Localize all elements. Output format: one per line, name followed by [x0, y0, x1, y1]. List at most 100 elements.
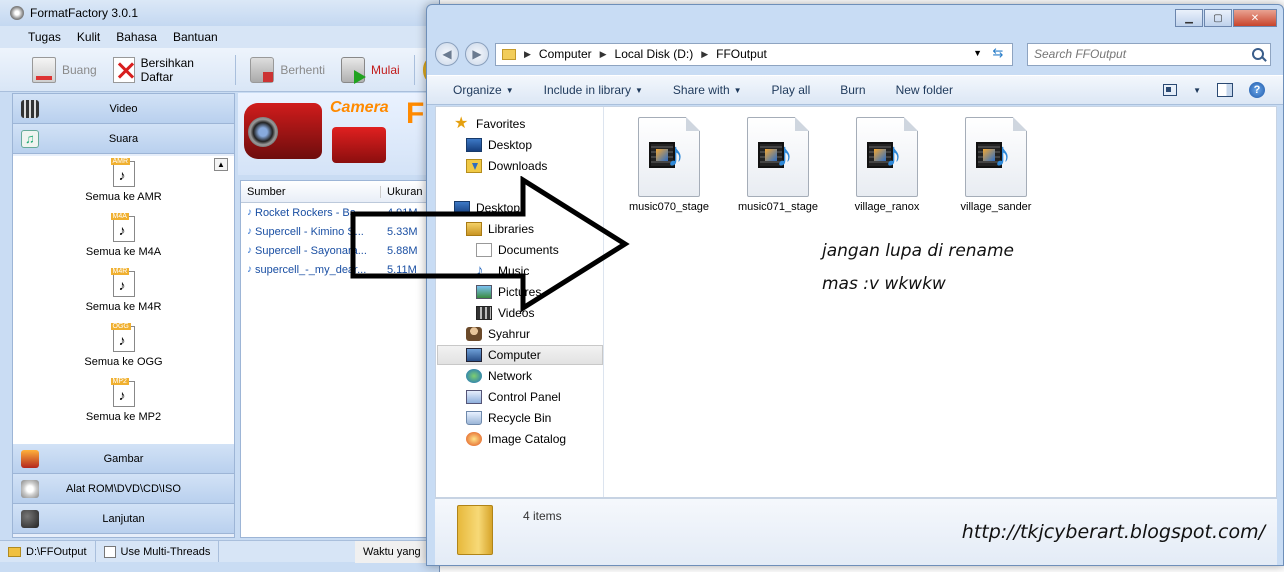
change-view-icon[interactable]	[1163, 84, 1178, 96]
play-all-label: Play all	[771, 83, 811, 97]
play-all-button[interactable]: Play all	[772, 83, 811, 97]
nav-videos[interactable]: Videos	[476, 303, 534, 323]
nav-computer[interactable]: Computer	[437, 345, 603, 365]
table-row[interactable]: Rocket Rockers - Ba... 4.91M	[241, 203, 439, 222]
star-icon: ★	[454, 115, 469, 132]
nav-control-panel[interactable]: Control Panel	[466, 387, 561, 407]
clear-list-button[interactable]: Bersihkan Daftar	[107, 54, 228, 86]
category-video[interactable]: Video	[13, 94, 234, 124]
category-rom[interactable]: Alat ROM\DVD\CD\ISO	[13, 474, 234, 504]
output-folder-button[interactable]: D:\FFOutput	[0, 541, 96, 562]
disc-icon	[21, 480, 39, 498]
preview-pane-icon[interactable]	[1217, 83, 1233, 97]
audio-format-ogg[interactable]: OGG Semua ke OGG	[13, 321, 234, 376]
help-icon[interactable]: ?	[1249, 82, 1265, 98]
category-audio[interactable]: Suara	[13, 124, 234, 154]
ff-title-bar: FormatFactory 3.0.1	[0, 0, 439, 26]
file-name: Supercell - Kimino S...	[241, 226, 381, 238]
audio-format-m4r[interactable]: M4R Semua ke M4R	[13, 266, 234, 321]
refresh-icon[interactable]: ⇆	[988, 45, 1008, 64]
breadcrumb-chevron-icon[interactable]: ▶	[524, 49, 531, 60]
table-row[interactable]: Supercell - Kimino S... 5.33M	[241, 222, 439, 241]
new-folder-button[interactable]: New folder	[896, 83, 953, 97]
nav-libraries[interactable]: Libraries	[466, 219, 534, 239]
file-tile[interactable]: ♪ village_ranox	[835, 117, 939, 213]
file-tile[interactable]: ♪ music071_stage	[726, 117, 830, 213]
file-tile[interactable]: ♪ music070_stage	[617, 117, 721, 213]
close-button[interactable]: ✕	[1233, 9, 1277, 27]
m4r-file-icon: M4R	[110, 268, 135, 297]
nav-documents[interactable]: Documents	[476, 240, 559, 260]
category-advanced[interactable]: Lanjutan	[13, 504, 234, 534]
annotation-line-2: mas :v wkwkw	[822, 274, 946, 294]
m4a-file-icon: M4A	[110, 213, 135, 242]
organize-label: Organize	[453, 83, 502, 97]
minimize-button[interactable]: ▁	[1175, 9, 1203, 27]
address-bar[interactable]: ▶ Computer ▶ Local Disk (D:) ▶ FFOutput …	[495, 42, 1013, 66]
search-icon[interactable]	[1252, 48, 1264, 60]
nav-pictures[interactable]: Pictures	[476, 282, 541, 302]
clear-list-label: Bersihkan Daftar	[140, 55, 194, 84]
nav-label: Control Panel	[488, 390, 561, 404]
audio-format-mp2[interactable]: MP2 Semua ke MP2	[13, 376, 234, 431]
downloads-icon	[466, 159, 482, 173]
audio-format-amr[interactable]: AMR Semua ke AMR	[13, 156, 234, 211]
breadcrumb-local-disk[interactable]: Local Disk (D:)	[615, 47, 694, 61]
nav-image-catalog[interactable]: Image Catalog	[466, 429, 566, 449]
menu-tugas[interactable]: Tugas	[28, 30, 61, 44]
nav-network[interactable]: Network	[466, 366, 532, 386]
stop-button[interactable]: Berhenti	[244, 54, 331, 86]
breadcrumb-ffoutput[interactable]: FFOutput	[716, 47, 767, 61]
menu-kulit[interactable]: Kulit	[77, 30, 100, 44]
breadcrumb-chevron-icon[interactable]: ▶	[600, 49, 607, 60]
remove-button[interactable]: Buang	[26, 54, 103, 86]
file-tile[interactable]: ♪ village_sander	[944, 117, 1048, 213]
menu-bantuan[interactable]: Bantuan	[173, 30, 218, 44]
multithread-toggle[interactable]: Use Multi-Threads	[96, 541, 220, 562]
burn-button[interactable]: Burn	[840, 83, 865, 97]
include-library-menu[interactable]: Include in library ▼	[544, 83, 643, 97]
nav-downloads[interactable]: Downloads	[466, 156, 547, 176]
multithread-checkbox[interactable]	[103, 545, 116, 558]
file-size: 5.11M	[387, 263, 417, 276]
nav-music[interactable]: ♪ Music	[476, 261, 529, 281]
file-list-header: Sumber Ukuran	[241, 181, 439, 203]
chevron-down-icon: ▼	[733, 85, 742, 95]
nav-label: Computer	[488, 348, 541, 362]
breadcrumb-chevron-icon[interactable]: ▶	[701, 49, 708, 60]
nav-user[interactable]: Syahrur	[466, 324, 530, 344]
nav-label: Favorites	[476, 117, 526, 131]
search-input[interactable]	[1034, 47, 1252, 61]
share-with-label: Share with	[672, 83, 730, 97]
table-row[interactable]: supercell_-_my_dear... 5.11M	[241, 260, 439, 279]
col-source[interactable]: Sumber	[241, 185, 381, 198]
share-with-menu[interactable]: Share with ▼	[673, 83, 742, 97]
mp2-file-icon: MP2	[110, 378, 135, 407]
new-folder-label: New folder	[895, 83, 953, 97]
maximize-button[interactable]: ▢	[1204, 9, 1232, 27]
search-box[interactable]	[1027, 42, 1271, 66]
start-button[interactable]: Mulai	[335, 54, 406, 86]
address-dropdown-icon[interactable]: ▼	[973, 48, 982, 58]
organize-menu[interactable]: Organize ▼	[453, 83, 514, 97]
audio-format-m4a[interactable]: M4A Semua ke M4A	[13, 211, 234, 266]
videos-icon	[476, 306, 492, 320]
category-advanced-label: Lanjutan	[102, 512, 145, 525]
menu-bahasa[interactable]: Bahasa	[116, 30, 157, 44]
image-icon	[21, 450, 39, 468]
music-icon: ♪	[476, 262, 484, 279]
forward-button[interactable]: ▶	[465, 42, 489, 66]
back-button[interactable]: ◀	[435, 42, 459, 66]
table-row[interactable]: Supercell - Sayonara... 5.88M	[241, 241, 439, 260]
elapsed-label: Waktu yang	[363, 546, 421, 558]
nav-desktop-root[interactable]: Desktop	[454, 198, 520, 218]
category-image[interactable]: Gambar	[13, 444, 234, 474]
chevron-down-icon[interactable]: ▼	[1193, 86, 1201, 95]
file-name: music070_stage	[628, 201, 710, 213]
nav-favorites[interactable]: ★ Favorites	[454, 114, 525, 134]
breadcrumb-computer[interactable]: Computer	[539, 47, 592, 61]
film-reel-icon	[21, 510, 39, 528]
nav-recycle-bin[interactable]: Recycle Bin	[466, 408, 551, 428]
nav-desktop[interactable]: Desktop	[466, 135, 532, 155]
col-size[interactable]: Ukuran	[381, 186, 422, 198]
